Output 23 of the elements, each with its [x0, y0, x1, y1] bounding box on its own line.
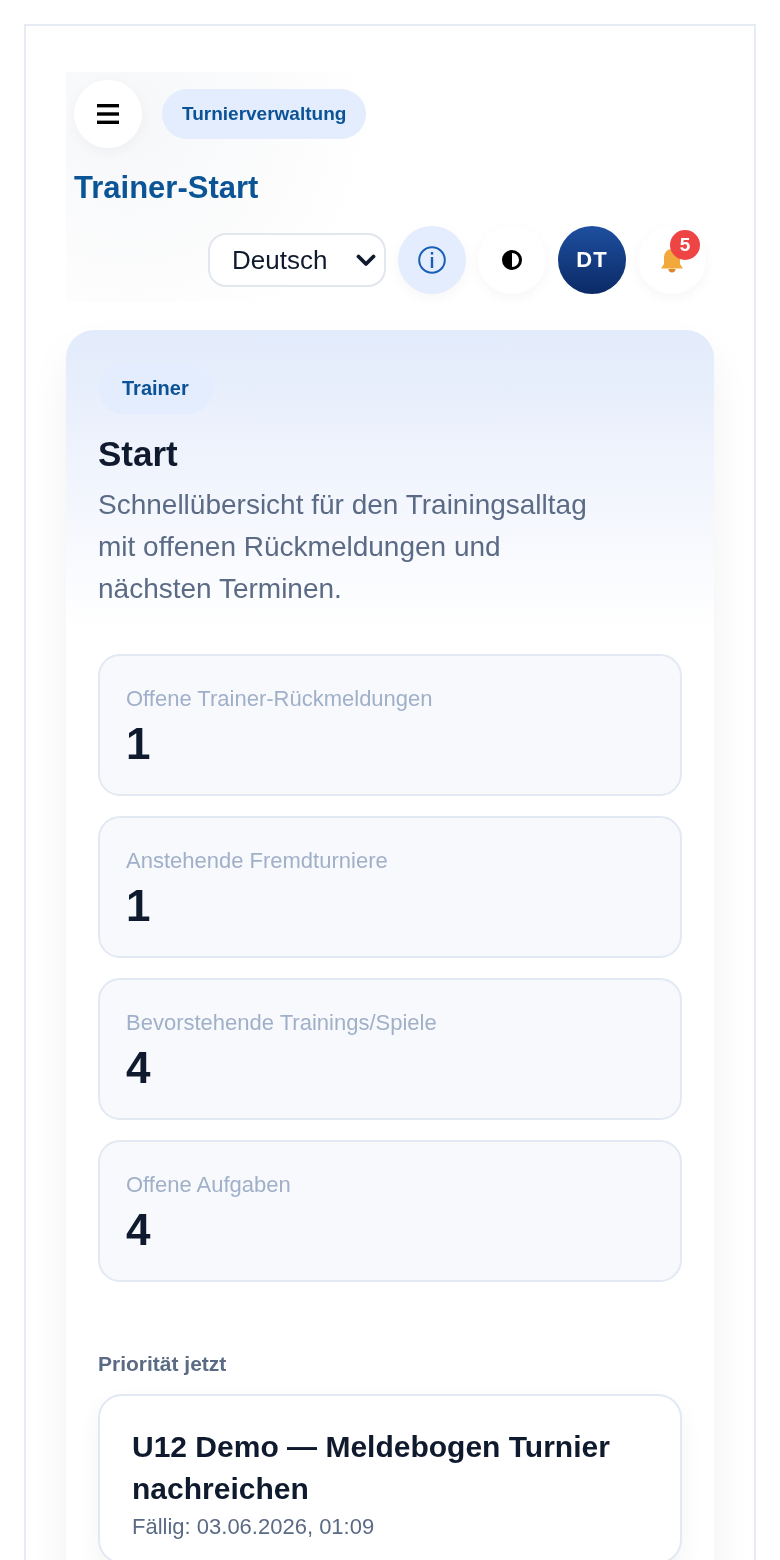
menu-icon [97, 104, 119, 124]
language-select[interactable]: Deutsch [208, 233, 386, 287]
task-title: U12 Demo — Meldebogen Turnier nachreichen [132, 1429, 611, 1507]
stat-value: 4 [126, 1042, 151, 1094]
contrast-icon [502, 250, 522, 270]
section-title: Start [98, 433, 179, 475]
section-description: Schnellübersicht für den Trainingsalltag mit offenen Rückmeldungen und nächsten Terminen. [98, 488, 588, 606]
notification-count-badge: 5 [670, 230, 700, 260]
chevron-down-icon [356, 253, 376, 267]
app-name-badge: Turnierverwaltung [162, 89, 367, 139]
stat-label: Offene Aufgaben [126, 1171, 291, 1199]
priority-heading: Priorität jetzt [98, 1351, 227, 1377]
stat-label: Offene Trainer-Rückmeldungen [126, 685, 433, 713]
stat-label: Anstehende Fremdturniere [126, 847, 388, 875]
notifications-button[interactable]: 5 [638, 226, 706, 294]
user-avatar[interactable]: DT [558, 226, 626, 294]
stat-value: 1 [126, 880, 151, 932]
task-due-date: Fällig: 03.06.2026, 01:09 [132, 1513, 375, 1541]
info-icon [418, 246, 446, 274]
stat-label: Bevorstehende Trainings/Spiele [126, 1009, 437, 1037]
stat-value: 4 [126, 1204, 151, 1256]
stat-value: 1 [126, 718, 151, 770]
page-title: Trainer-Start [74, 169, 259, 207]
